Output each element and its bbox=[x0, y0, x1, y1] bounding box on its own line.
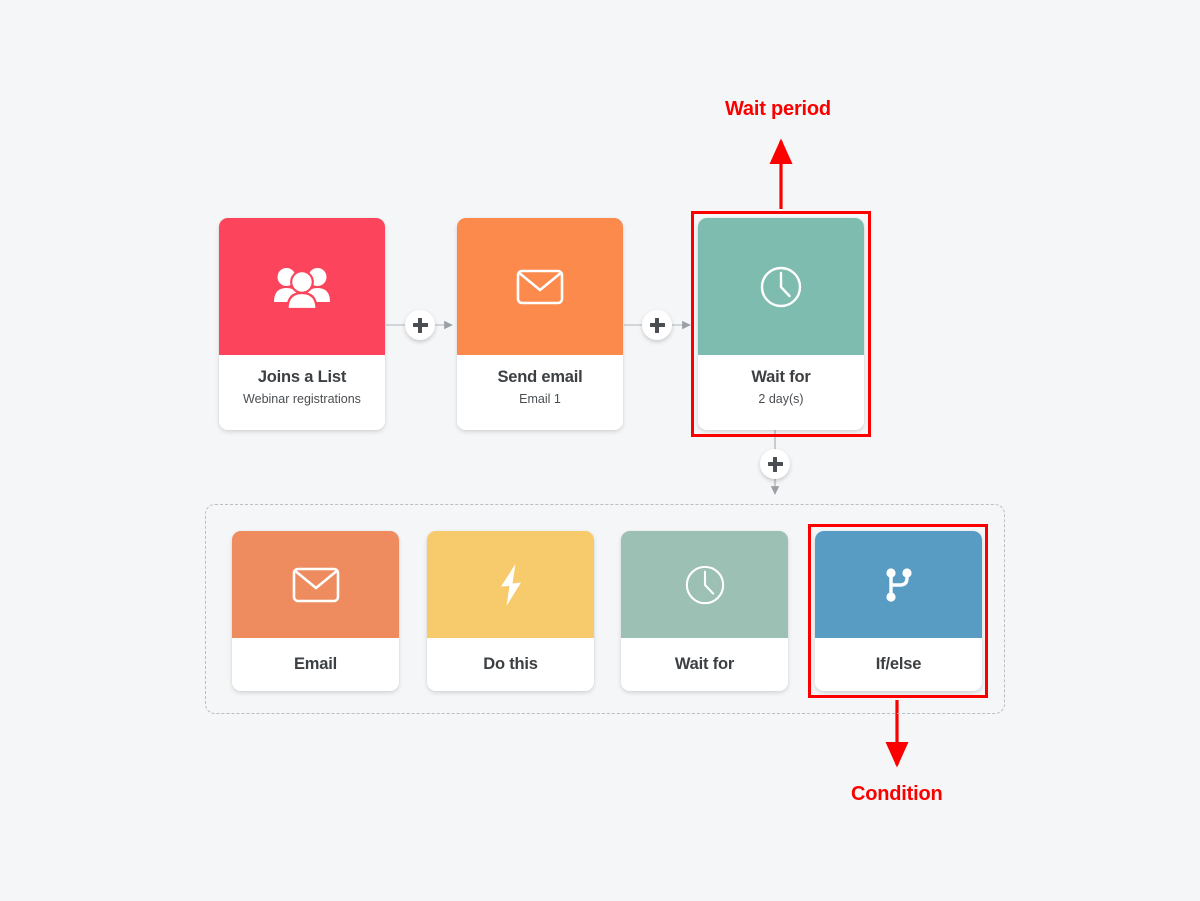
flow-step-title: Joins a List bbox=[257, 368, 347, 386]
flow-step-text-area-trigger: Joins a List Webinar registrations bbox=[219, 355, 385, 430]
annotation-label-condition: Condition bbox=[851, 783, 943, 805]
branch-icon bbox=[885, 567, 912, 602]
flow-step-title: Send email bbox=[497, 368, 583, 386]
palette-option-title: Do this bbox=[483, 655, 538, 673]
palette-option-email[interactable]: Email bbox=[232, 531, 399, 691]
flow-step-text-area-wait-for: Wait for 2 day(s) bbox=[698, 355, 864, 430]
add-step-button-1[interactable] bbox=[405, 310, 435, 340]
palette-option-title: Wait for bbox=[674, 655, 735, 673]
flow-step-card-joins-a-list[interactable]: Joins a List Webinar registrations bbox=[219, 218, 385, 430]
flow-step-card-send-email[interactable]: Send email Email 1 bbox=[457, 218, 623, 430]
palette-option-title: If/else bbox=[875, 655, 922, 673]
flow-step-text-area-send-email: Send email Email 1 bbox=[457, 355, 623, 430]
palette-option-icon-area-wait-for bbox=[621, 531, 788, 638]
palette-option-text-area-wait-for: Wait for bbox=[621, 638, 788, 691]
add-step-button-2[interactable] bbox=[642, 310, 672, 340]
palette-option-if-else[interactable]: If/else bbox=[815, 531, 982, 691]
palette-option-title: Email bbox=[293, 655, 338, 673]
plus-icon bbox=[767, 456, 783, 472]
palette-option-do-this[interactable]: Do this bbox=[427, 531, 594, 691]
palette-option-icon-area-do-this bbox=[427, 531, 594, 638]
envelope-icon bbox=[292, 567, 339, 602]
flow-step-title: Wait for bbox=[751, 368, 811, 386]
lightning-bolt-icon bbox=[500, 563, 521, 606]
add-step-button-3[interactable] bbox=[760, 449, 790, 479]
palette-option-icon-area-email bbox=[232, 531, 399, 638]
plus-icon bbox=[412, 317, 428, 333]
plus-icon bbox=[649, 317, 665, 333]
flow-step-subtitle: Email 1 bbox=[519, 391, 561, 406]
palette-option-wait-for[interactable]: Wait for bbox=[621, 531, 788, 691]
people-group-icon bbox=[274, 267, 330, 310]
palette-option-text-area-email: Email bbox=[232, 638, 399, 691]
connector-overlay bbox=[386, 138, 909, 768]
flow-step-icon-area-wait-for bbox=[698, 218, 864, 355]
palette-option-icon-area-if-else bbox=[815, 531, 982, 638]
envelope-icon bbox=[516, 269, 564, 304]
palette-option-text-area-if-else: If/else bbox=[815, 638, 982, 691]
flow-step-icon-area-trigger bbox=[219, 218, 385, 355]
flow-step-subtitle: Webinar registrations bbox=[243, 391, 361, 406]
flow-step-subtitle: 2 day(s) bbox=[758, 391, 804, 406]
clock-icon bbox=[685, 565, 724, 604]
palette-option-text-area-do-this: Do this bbox=[427, 638, 594, 691]
automation-flow-canvas: Wait period Joins a List Webinar registr… bbox=[0, 0, 1200, 901]
clock-icon bbox=[760, 266, 802, 307]
annotation-label-wait-period: Wait period bbox=[725, 98, 831, 120]
flow-step-card-wait-for[interactable]: Wait for 2 day(s) bbox=[698, 218, 864, 430]
flow-step-icon-area-send-email bbox=[457, 218, 623, 355]
